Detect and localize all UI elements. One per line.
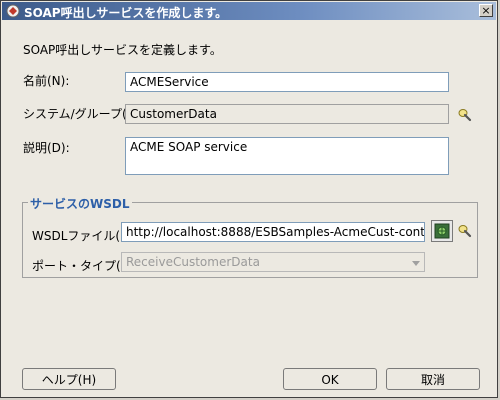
close-button[interactable]: × xyxy=(479,4,493,17)
description-textarea[interactable]: ACME SOAP service xyxy=(125,137,449,175)
port-type-select[interactable]: ReceiveCustomerData xyxy=(121,252,425,272)
name-input[interactable]: ACMEService xyxy=(125,72,449,92)
chevron-down-icon xyxy=(412,261,420,266)
name-label: 名前(N): xyxy=(23,74,70,88)
help-button[interactable]: ヘルプ(H) xyxy=(22,368,116,390)
cancel-button[interactable]: 取消 xyxy=(386,368,480,390)
window-title: SOAP呼出しサービスを作成します。 xyxy=(24,6,228,20)
wsdl-file-input[interactable]: http://localhost:8888/ESBSamples-AcmeCus… xyxy=(121,222,425,242)
ok-button[interactable]: OK xyxy=(283,368,377,390)
title-bar: SOAP呼出しサービスを作成します。 × xyxy=(2,2,496,20)
port-type-value: ReceiveCustomerData xyxy=(126,255,260,269)
flashlight-browse-icon[interactable] xyxy=(458,224,472,238)
wsdl-browser-icon xyxy=(434,223,450,239)
description-label: 説明(D): xyxy=(23,141,70,155)
wsdl-browser-button[interactable] xyxy=(431,220,453,242)
flashlight-browse-icon[interactable] xyxy=(458,108,472,122)
intro-text: SOAP呼出しサービスを定義します。 xyxy=(23,43,222,57)
system-input[interactable]: CustomerData xyxy=(125,104,449,124)
app-icon xyxy=(6,4,20,18)
dialog-window: SOAP呼出しサービスを作成します。 × SOAP呼出しサービスを定義します。 … xyxy=(0,0,498,398)
wsdl-group-title: サービスのWSDL xyxy=(28,195,132,212)
